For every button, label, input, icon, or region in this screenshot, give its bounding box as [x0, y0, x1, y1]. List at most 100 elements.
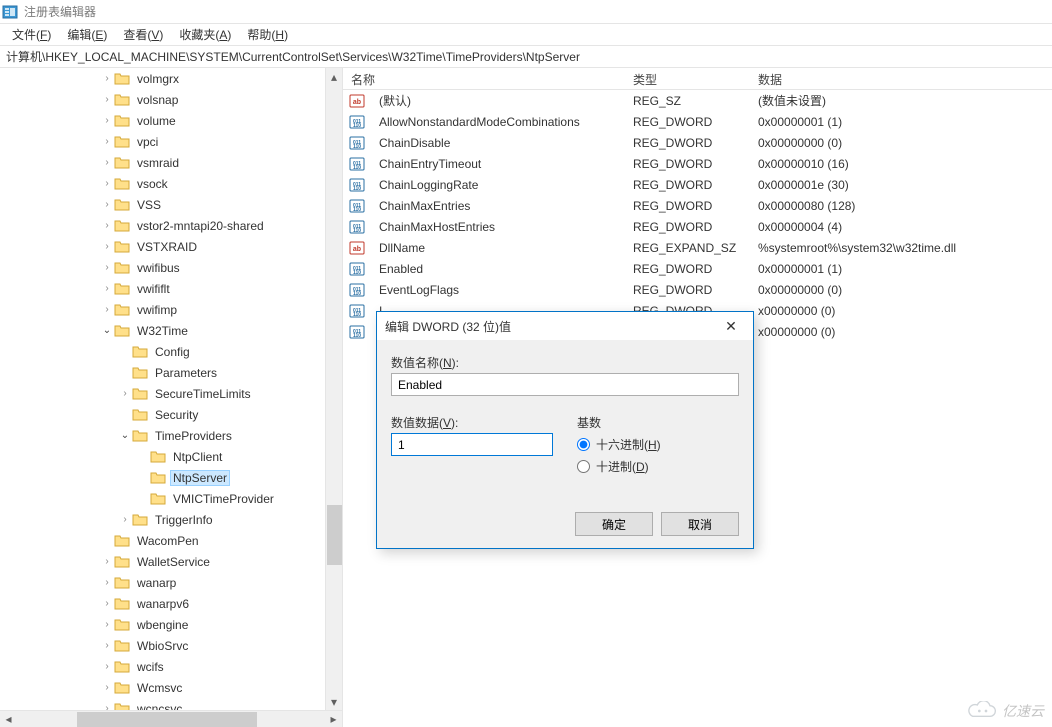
ok-button[interactable]: 确定: [575, 512, 653, 536]
radio-hex-input[interactable]: [577, 438, 590, 451]
tree-item[interactable]: ›NtpServer: [0, 467, 343, 488]
chevron-right-icon[interactable]: ›: [100, 114, 114, 128]
chevron-right-icon[interactable]: ›: [100, 303, 114, 317]
tree-item[interactable]: ›Parameters: [0, 362, 343, 383]
chevron-right-icon[interactable]: ›: [100, 597, 114, 611]
tree-item[interactable]: ⌄W32Time: [0, 320, 343, 341]
tree-item[interactable]: ›TriggerInfo: [0, 509, 343, 530]
tree-item[interactable]: ›vsmraid: [0, 152, 343, 173]
chevron-right-icon[interactable]: ›: [100, 240, 114, 254]
cell-data: x00000000 (0): [750, 304, 1052, 318]
radio-dec[interactable]: 十进制(D): [577, 458, 739, 475]
menu-view[interactable]: 查看(V): [115, 24, 171, 45]
chevron-right-icon[interactable]: ›: [100, 576, 114, 590]
tree-item[interactable]: › volume: [0, 110, 343, 131]
tree-label: volume: [134, 113, 179, 129]
radio-hex[interactable]: 十六进制(H): [577, 436, 739, 453]
tree-item[interactable]: ›WacomPen: [0, 530, 343, 551]
list-row[interactable]: EventLogFlagsREG_DWORD0x00000000 (0): [343, 279, 1052, 300]
tree-item[interactable]: ›Security: [0, 404, 343, 425]
tree-item[interactable]: ›wcifs: [0, 656, 343, 677]
col-name[interactable]: 名称: [343, 68, 625, 89]
tree-label: WalletService: [134, 554, 213, 570]
tree-item[interactable]: ›vwififlt: [0, 278, 343, 299]
chevron-right-icon[interactable]: ›: [118, 387, 132, 401]
chevron-right-icon[interactable]: ›: [100, 219, 114, 233]
list-row[interactable]: ChainMaxEntriesREG_DWORD0x00000080 (128): [343, 195, 1052, 216]
cell-name: AllowNonstandardModeCombinations: [371, 115, 625, 129]
tree-item[interactable]: › WalletService: [0, 551, 343, 572]
scroll-left-icon[interactable]: ◂: [0, 711, 17, 727]
list-row[interactable]: ChainEntryTimeoutREG_DWORD0x00000010 (16…: [343, 153, 1052, 174]
chevron-right-icon[interactable]: ›: [118, 513, 132, 527]
tree-item[interactable]: ›wanarp: [0, 572, 343, 593]
chevron-right-icon[interactable]: ›: [100, 639, 114, 653]
chevron-right-icon[interactable]: ›: [100, 261, 114, 275]
scroll-down-icon[interactable]: ▾: [326, 693, 342, 710]
list-row[interactable]: DllNameREG_EXPAND_SZ%systemroot%\system3…: [343, 237, 1052, 258]
list-row[interactable]: ChainDisableREG_DWORD0x00000000 (0): [343, 132, 1052, 153]
chevron-right-icon[interactable]: ›: [100, 282, 114, 296]
dword-value-icon: [349, 282, 365, 298]
tree-item[interactable]: ›volsnap: [0, 89, 343, 110]
value-data-field[interactable]: [391, 433, 553, 456]
col-type[interactable]: 类型: [625, 68, 750, 89]
tree-item[interactable]: ›wbengine: [0, 614, 343, 635]
tree-item[interactable]: › vsock: [0, 173, 343, 194]
tree-item[interactable]: ›vwifimp: [0, 299, 343, 320]
tree-item[interactable]: ›wanarpv6: [0, 593, 343, 614]
tree-item[interactable]: ›vwifibus: [0, 257, 343, 278]
radio-dec-input[interactable]: [577, 460, 590, 473]
folder-icon: [114, 281, 130, 297]
menu-file[interactable]: 文件(F): [4, 24, 59, 45]
scroll-right-icon[interactable]: ▸: [325, 711, 342, 727]
folder-icon: [132, 407, 148, 423]
tree-item[interactable]: ›VSTXRAID: [0, 236, 343, 257]
tree-label: volmgrx: [134, 71, 182, 87]
list-row[interactable]: (默认)REG_SZ(数值未设置): [343, 90, 1052, 111]
chevron-right-icon[interactable]: ›: [100, 681, 114, 695]
dialog-titlebar[interactable]: 编辑 DWORD (32 位)值 ✕: [377, 312, 753, 340]
chevron-right-icon[interactable]: ›: [100, 177, 114, 191]
value-name-field[interactable]: [391, 373, 739, 396]
tree-item[interactable]: › volmgrx: [0, 68, 343, 89]
tree-item[interactable]: ›Wcmsvc: [0, 677, 343, 698]
scroll-up-icon[interactable]: ▴: [326, 68, 342, 85]
addressbar[interactable]: 计算机\HKEY_LOCAL_MACHINE\SYSTEM\CurrentCon…: [0, 46, 1052, 68]
tree-vertical-scroll[interactable]: ▴ ▾: [325, 68, 342, 710]
tree-item[interactable]: ›VMICTimeProvider: [0, 488, 343, 509]
chevron-down-icon[interactable]: ⌄: [100, 324, 114, 338]
chevron-down-icon[interactable]: ⌄: [118, 429, 132, 443]
chevron-right-icon[interactable]: ›: [100, 135, 114, 149]
tree-horizontal-scroll[interactable]: ◂ ▸: [0, 710, 342, 727]
tree-item[interactable]: ›SecureTimeLimits: [0, 383, 343, 404]
tree-label: Config: [152, 344, 193, 360]
tree-item[interactable]: ›NtpClient: [0, 446, 343, 467]
chevron-right-icon[interactable]: ›: [100, 660, 114, 674]
list-row[interactable]: ChainLoggingRateREG_DWORD0x0000001e (30): [343, 174, 1052, 195]
cancel-button[interactable]: 取消: [661, 512, 739, 536]
chevron-right-icon[interactable]: ›: [100, 72, 114, 86]
tree-item[interactable]: ›VSS: [0, 194, 343, 215]
close-icon[interactable]: ✕: [711, 314, 751, 338]
tree-item[interactable]: ›vpci: [0, 131, 343, 152]
tree-item[interactable]: ›vstor2-mntapi20-shared: [0, 215, 343, 236]
list-row[interactable]: EnabledREG_DWORD0x00000001 (1): [343, 258, 1052, 279]
tree-item[interactable]: ›WbioSrvc: [0, 635, 343, 656]
chevron-right-icon[interactable]: ›: [100, 198, 114, 212]
folder-icon: [114, 554, 130, 570]
menu-edit[interactable]: 编辑(E): [59, 24, 115, 45]
dword-value-icon: [349, 261, 365, 277]
chevron-right-icon[interactable]: ›: [100, 156, 114, 170]
menu-favorites[interactable]: 收藏夹(A): [171, 24, 239, 45]
tree-item[interactable]: ›Config: [0, 341, 343, 362]
chevron-right-icon[interactable]: ›: [100, 618, 114, 632]
list-row[interactable]: ChainMaxHostEntriesREG_DWORD0x00000004 (…: [343, 216, 1052, 237]
col-data[interactable]: 数据: [750, 68, 1052, 89]
menu-help[interactable]: 帮助(H): [239, 24, 296, 45]
tree-label: vsock: [134, 176, 171, 192]
tree-item[interactable]: ⌄TimeProviders: [0, 425, 343, 446]
chevron-right-icon[interactable]: ›: [100, 555, 114, 569]
list-row[interactable]: AllowNonstandardModeCombinationsREG_DWOR…: [343, 111, 1052, 132]
chevron-right-icon[interactable]: ›: [100, 93, 114, 107]
